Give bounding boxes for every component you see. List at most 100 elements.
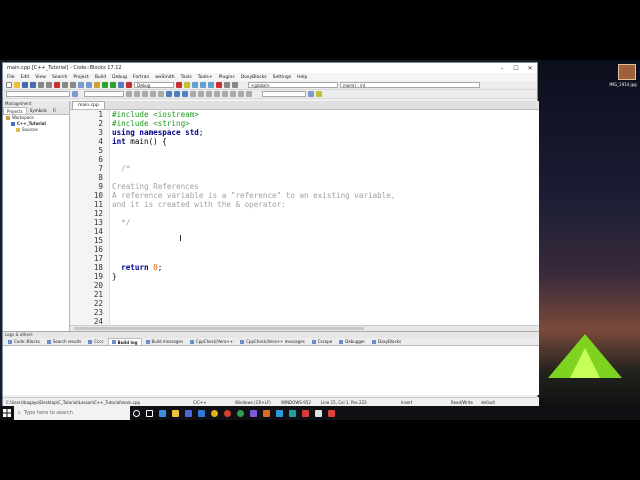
code-line[interactable]: return 0;	[112, 263, 539, 272]
tab-doxyblocks[interactable]: DoxyBlocks	[369, 338, 404, 345]
search-field[interactable]	[6, 91, 70, 97]
search-arrow-icon[interactable]	[72, 91, 78, 97]
code-line[interactable]	[112, 308, 539, 317]
app-icon-3[interactable]	[273, 406, 286, 420]
code-line[interactable]: A reference variable is a "reference" to…	[112, 191, 539, 200]
redo-icon[interactable]	[46, 82, 52, 88]
app-icon[interactable]	[247, 406, 260, 420]
tab-debugger[interactable]: Debugger	[336, 338, 368, 345]
taskbar-search-input[interactable]: ⌕ Type here to search	[14, 406, 130, 420]
tree-item-sources[interactable]: Sources	[3, 127, 69, 133]
chrome-icon-3[interactable]	[234, 406, 247, 420]
cortana-icon[interactable]	[130, 406, 143, 420]
menu-wxsmith[interactable]: wxSmith	[155, 75, 174, 80]
start-button[interactable]	[0, 406, 14, 420]
open-icon[interactable]	[14, 82, 20, 88]
cut-icon[interactable]	[54, 82, 60, 88]
code-line[interactable]: Creating References	[112, 182, 539, 191]
code-lines[interactable]: #include <iostream> #include <string> us…	[110, 110, 539, 325]
clear-bookmarks-icon[interactable]	[190, 91, 196, 97]
code-editor[interactable]: 1234567891011121314151617181920212223242…	[70, 110, 539, 325]
step-out-icon[interactable]	[208, 82, 214, 88]
tab-projects[interactable]: Projects	[3, 107, 27, 114]
code-line[interactable]	[112, 317, 539, 325]
code-line[interactable]	[112, 290, 539, 299]
code-line[interactable]	[112, 155, 539, 164]
stop-debugger-icon[interactable]	[216, 82, 222, 88]
menu-file[interactable]: File	[7, 75, 15, 80]
build-target-select[interactable]: Debug	[134, 82, 174, 88]
build-run-icon[interactable]	[110, 82, 116, 88]
code-line[interactable]: }	[112, 272, 539, 281]
jump-back-icon[interactable]	[222, 91, 228, 97]
search-run-icon[interactable]	[308, 91, 314, 97]
maximize-button[interactable]: ☐	[509, 65, 523, 72]
prev-bookmark-icon[interactable]	[182, 91, 188, 97]
menu-build[interactable]: Build	[95, 75, 106, 80]
build-icon[interactable]	[94, 82, 100, 88]
tab-codeblocks[interactable]: Code::Blocks	[5, 338, 43, 345]
undo-icon[interactable]	[38, 82, 44, 88]
code-line[interactable]	[112, 299, 539, 308]
copy-icon[interactable]	[62, 82, 68, 88]
menu-search[interactable]: Search	[52, 75, 67, 80]
goto-icon[interactable]	[214, 91, 220, 97]
paste-icon[interactable]	[70, 82, 76, 88]
menu-plugins[interactable]: Plugins	[219, 75, 235, 80]
tab-build-log[interactable]: Build log	[107, 338, 142, 345]
bookmark-icon[interactable]	[166, 91, 172, 97]
tab-cppcheck[interactable]: CppCheck/Vera++	[187, 338, 236, 345]
menu-help[interactable]: Help	[297, 75, 307, 80]
menu-project[interactable]: Project	[73, 75, 88, 80]
tab-symbols[interactable]: Symbols	[27, 107, 50, 114]
tab-search-results[interactable]: Search results	[44, 338, 84, 345]
highlight-icon[interactable]	[238, 91, 244, 97]
explorer-icon[interactable]	[169, 406, 182, 420]
menu-fortran[interactable]: Fortran	[133, 75, 149, 80]
tab-files[interactable]: Fi	[50, 107, 59, 114]
code-line[interactable]	[112, 245, 539, 254]
stream-comment-icon[interactable]	[150, 91, 156, 97]
debug-icon[interactable]	[176, 82, 182, 88]
tab-main-cpp[interactable]: main.cpp	[72, 101, 105, 109]
run-icon[interactable]	[102, 82, 108, 88]
code-line[interactable]	[112, 209, 539, 218]
code-line[interactable]: /*	[112, 164, 539, 173]
selection-icon[interactable]	[246, 91, 252, 97]
uncomment-icon[interactable]	[134, 91, 140, 97]
box-comment-icon[interactable]	[158, 91, 164, 97]
debug-windows-icon[interactable]	[224, 82, 230, 88]
code-line[interactable]: int main() {	[112, 137, 539, 146]
app-icon-5[interactable]	[299, 406, 312, 420]
menu-debug[interactable]: Debug	[112, 75, 127, 80]
zoom-out-icon[interactable]	[206, 91, 212, 97]
save-icon[interactable]	[22, 82, 28, 88]
function-select[interactable]: main() : int	[340, 82, 480, 88]
code-line[interactable]: and it is created with the & operator:	[112, 200, 539, 209]
abort-icon[interactable]	[126, 82, 132, 88]
code-line[interactable]: #include <string>	[112, 119, 539, 128]
code-line[interactable]	[112, 281, 539, 290]
code-line[interactable]	[112, 146, 539, 155]
desktop-file-icon[interactable]	[618, 64, 636, 80]
code-line[interactable]: using namespace std;	[112, 128, 539, 137]
rebuild-icon[interactable]	[118, 82, 124, 88]
scope-select[interactable]: <global>	[248, 82, 338, 88]
app-icon-4[interactable]	[286, 406, 299, 420]
extra-field[interactable]	[262, 91, 306, 97]
debug-info-icon[interactable]	[232, 82, 238, 88]
edge-icon[interactable]	[156, 406, 169, 420]
app-icon-6[interactable]	[312, 406, 325, 420]
tab-cppcheck-messages[interactable]: CppCheck/Vera++ messages	[237, 338, 308, 345]
run-to-cursor-icon[interactable]	[184, 82, 190, 88]
mail-icon[interactable]	[195, 406, 208, 420]
menu-view[interactable]: View	[35, 75, 46, 80]
chrome-icon[interactable]	[208, 406, 221, 420]
close-button[interactable]: ✕	[523, 65, 537, 72]
menu-tools-plus[interactable]: Tools+	[198, 75, 213, 80]
regex-field[interactable]	[84, 91, 124, 97]
tab-cscope[interactable]: Cscope	[309, 338, 336, 345]
menu-settings[interactable]: Settings	[273, 75, 291, 80]
next-line-icon[interactable]	[192, 82, 198, 88]
scrollbar-thumb[interactable]	[74, 327, 364, 330]
